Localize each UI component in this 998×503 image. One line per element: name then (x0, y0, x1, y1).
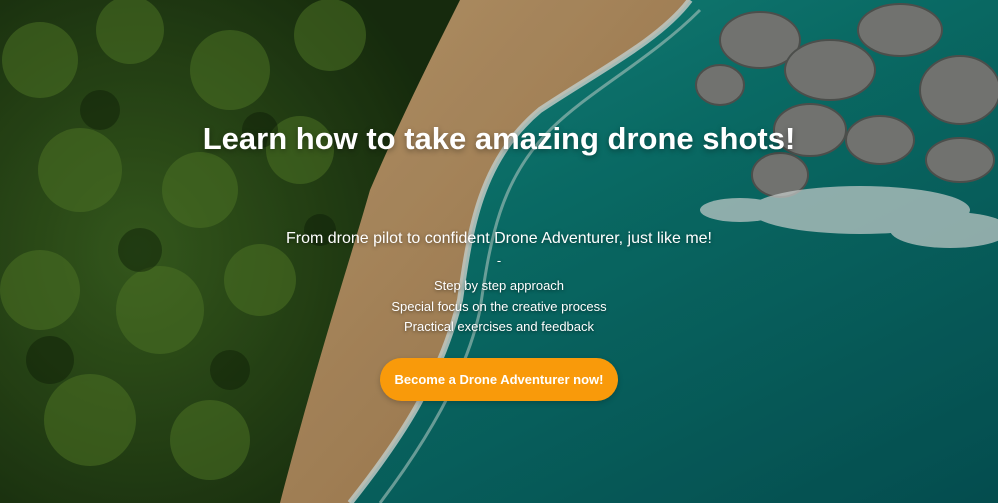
separator-dash: - (496, 253, 502, 268)
hero-subtitle: From drone pilot to confident Drone Adve… (286, 230, 712, 247)
feature-item: Practical exercises and feedback (403, 319, 595, 334)
become-drone-adventurer-button[interactable]: Become a Drone Adventurer now! (380, 358, 618, 401)
feature-item: Special focus on the creative process (391, 298, 607, 314)
hero-content: Learn how to take amazing drone shots! F… (0, 0, 998, 503)
hero-title: Learn how to take amazing drone shots! (202, 121, 796, 156)
feature-list: Step by step approach Special focus on t… (250, 276, 748, 338)
hero-section: Learn how to take amazing drone shots! F… (0, 0, 998, 503)
feature-item: Step by step approach (433, 278, 565, 293)
